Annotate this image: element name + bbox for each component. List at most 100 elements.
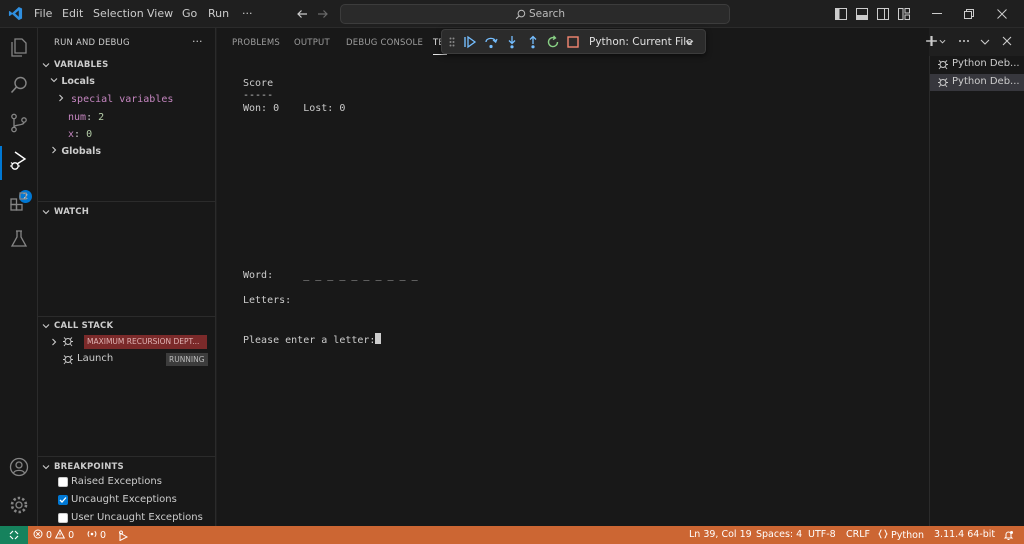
variable-value: 2 bbox=[98, 112, 105, 123]
raised-exceptions-label: Raised Exceptions bbox=[71, 476, 162, 487]
drag-handle-icon[interactable] bbox=[449, 37, 455, 47]
search-view-icon[interactable] bbox=[8, 74, 30, 96]
restore-icon[interactable] bbox=[964, 9, 974, 19]
menu-view[interactable]: View bbox=[147, 7, 173, 20]
language-mode[interactable]: Python bbox=[878, 529, 924, 541]
back-arrow-icon[interactable] bbox=[296, 8, 308, 20]
extensions-icon[interactable] bbox=[8, 190, 30, 212]
chevron-right-icon bbox=[52, 146, 57, 154]
globals-scope[interactable]: Globals bbox=[50, 146, 101, 157]
debug-launch-icon[interactable] bbox=[118, 530, 129, 541]
menu-more[interactable]: ··· bbox=[242, 7, 253, 20]
step-out-icon[interactable] bbox=[526, 35, 540, 49]
chevron-down-icon[interactable] bbox=[685, 38, 694, 47]
close-window-icon[interactable] bbox=[997, 9, 1007, 19]
menu-file[interactable]: File bbox=[34, 7, 52, 20]
variable-row[interactable]: num: 2 bbox=[68, 112, 104, 123]
call-stack-title: CALL STACK bbox=[54, 321, 114, 331]
continue-icon[interactable] bbox=[463, 35, 477, 49]
vscode-logo-icon bbox=[8, 6, 23, 21]
special-variables-item[interactable]: special variables bbox=[57, 94, 173, 105]
launch-label: Launch bbox=[77, 353, 114, 364]
restart-icon[interactable] bbox=[546, 35, 560, 49]
title-bar: File Edit Selection View Go Run ··· Sear… bbox=[0, 0, 1024, 28]
activity-bar: 2 bbox=[0, 28, 38, 526]
end-of-line[interactable]: CRLF bbox=[846, 529, 870, 540]
account-icon[interactable] bbox=[8, 456, 30, 478]
warning-icon bbox=[55, 529, 66, 539]
sidebar-more-button[interactable]: ··· bbox=[192, 35, 203, 48]
close-panel-icon[interactable] bbox=[1002, 36, 1012, 46]
toggle-secondary-sidebar-icon[interactable] bbox=[877, 8, 889, 20]
tab-output[interactable]: OUTPUT bbox=[294, 38, 330, 48]
chevron-right-icon bbox=[52, 338, 57, 346]
active-indicator bbox=[0, 146, 2, 180]
source-control-icon[interactable] bbox=[8, 112, 30, 134]
active-tab-underline bbox=[433, 54, 447, 55]
customize-layout-icon[interactable] bbox=[898, 8, 910, 20]
toggle-primary-sidebar-icon[interactable] bbox=[835, 8, 847, 20]
terminal-line: Won: 0 Lost: 0 bbox=[243, 103, 346, 114]
toggle-panel-icon[interactable] bbox=[856, 8, 868, 20]
terminal-view[interactable]: Score ----- Won: 0 Lost: 0 Word: _ _ _ _… bbox=[217, 56, 929, 526]
breakpoints-title: BREAKPOINTS bbox=[54, 462, 124, 472]
indentation[interactable]: Spaces: 4 bbox=[756, 529, 802, 540]
call-stack-session[interactable]: MAXIMUM RECURSION DEPT... bbox=[50, 335, 210, 350]
terminal-list: Python Deb... Python Deb... bbox=[929, 56, 1024, 526]
command-center-search[interactable]: Search bbox=[340, 4, 730, 24]
explorer-icon[interactable] bbox=[8, 36, 30, 58]
checkmark-icon bbox=[59, 497, 67, 503]
chevron-down-icon bbox=[50, 78, 58, 83]
testing-flask-icon[interactable] bbox=[8, 228, 30, 250]
problems-indicator[interactable]: 0 0 bbox=[33, 529, 74, 541]
uncaught-exceptions-checkbox[interactable] bbox=[58, 495, 68, 505]
search-icon bbox=[515, 9, 526, 20]
menu-edit[interactable]: Edit bbox=[62, 7, 83, 20]
add-terminal-plus-icon[interactable] bbox=[925, 35, 937, 47]
raised-exceptions-checkbox[interactable] bbox=[58, 477, 68, 487]
terminal-instance-active[interactable]: Python Deb... bbox=[930, 74, 1024, 91]
maximize-panel-chevron-icon[interactable] bbox=[980, 37, 990, 47]
run-debug-icon[interactable] bbox=[8, 150, 30, 172]
run-debug-sidebar: RUN AND DEBUG ··· VARIABLES Locals speci… bbox=[38, 28, 216, 526]
locals-scope[interactable]: Locals bbox=[50, 76, 95, 87]
step-over-icon[interactable] bbox=[484, 35, 498, 49]
variables-section-header[interactable]: VARIABLES bbox=[38, 56, 216, 74]
menu-selection[interactable]: Selection bbox=[93, 7, 144, 20]
terminal-instance[interactable]: Python Deb... bbox=[930, 56, 1024, 73]
terminal-line: Please enter a letter: bbox=[243, 335, 376, 346]
settings-gear-icon[interactable] bbox=[8, 494, 30, 516]
special-variables-label: special variables bbox=[71, 94, 174, 105]
chevron-down-icon bbox=[42, 210, 50, 215]
minimize-icon[interactable] bbox=[932, 13, 942, 15]
more-actions-icon[interactable] bbox=[958, 39, 970, 43]
chevron-down-icon[interactable] bbox=[939, 38, 946, 45]
stop-icon[interactable] bbox=[566, 35, 580, 49]
tab-debug-console[interactable]: DEBUG CONSOLE bbox=[346, 38, 423, 48]
call-stack-section-header[interactable]: CALL STACK bbox=[38, 317, 216, 335]
step-into-icon[interactable] bbox=[505, 35, 519, 49]
breakpoints-section-header[interactable]: BREAKPOINTS bbox=[38, 458, 216, 476]
tab-problems[interactable]: PROBLEMS bbox=[232, 38, 280, 48]
remote-indicator[interactable] bbox=[0, 526, 28, 544]
user-uncaught-exceptions-checkbox[interactable] bbox=[58, 513, 68, 523]
ports-indicator[interactable]: 0 bbox=[87, 529, 106, 541]
user-uncaught-exceptions-label: User Uncaught Exceptions bbox=[71, 512, 203, 523]
sidebar-title: RUN AND DEBUG bbox=[54, 38, 130, 48]
search-label: Search bbox=[529, 8, 566, 20]
debug-configuration-select[interactable]: Python: Current File bbox=[589, 36, 693, 48]
terminal-line: Score bbox=[243, 78, 274, 89]
debug-bug-icon bbox=[63, 337, 73, 347]
menu-go[interactable]: Go bbox=[182, 7, 197, 20]
call-stack-launch[interactable]: Launch RUNNING bbox=[62, 352, 210, 367]
debug-bug-icon bbox=[63, 355, 73, 365]
python-interpreter[interactable]: 3.11.4 64-bit bbox=[934, 529, 995, 540]
variable-row[interactable]: x: 0 bbox=[68, 129, 92, 140]
watch-section-header[interactable]: WATCH bbox=[38, 203, 216, 221]
cursor-position[interactable]: Ln 39, Col 19 bbox=[689, 529, 752, 540]
menu-run[interactable]: Run bbox=[208, 7, 229, 20]
encoding[interactable]: UTF-8 bbox=[808, 529, 836, 540]
notifications-bell-icon[interactable] bbox=[1003, 530, 1014, 541]
forward-arrow-icon[interactable] bbox=[317, 8, 329, 20]
debug-bug-icon bbox=[938, 78, 948, 88]
